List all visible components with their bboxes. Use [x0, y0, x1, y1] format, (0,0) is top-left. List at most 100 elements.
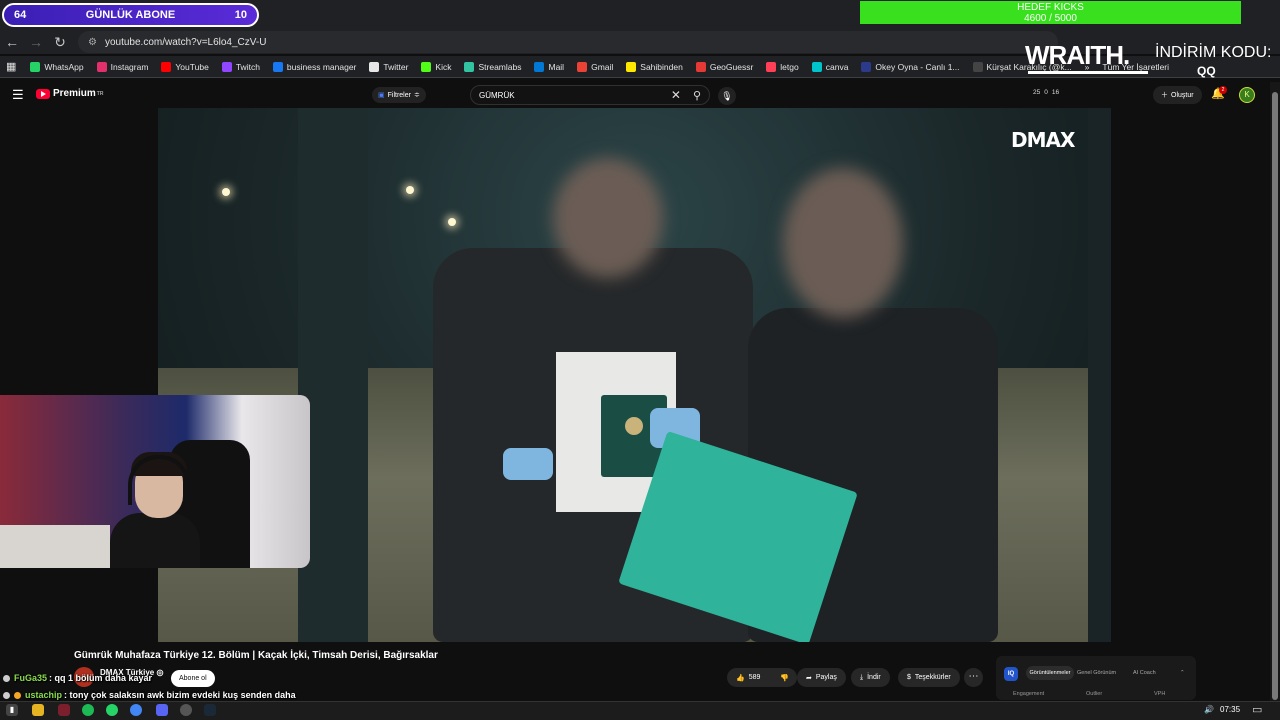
bookmark-item[interactable]: Instagram: [96, 61, 148, 72]
microphone-icon[interactable]: 🎙: [718, 87, 736, 105]
volume-icon[interactable]: 🔊: [1203, 704, 1215, 716]
search-input[interactable]: GÜMRÜK ✕ ⚲: [470, 85, 710, 105]
forward-icon[interactable]: →: [24, 30, 48, 54]
url-text: youtube.com/watch?v=L6lo4_CzV-U: [104, 36, 267, 48]
bookmark-item[interactable]: YouTube: [161, 61, 209, 72]
promo-label: İNDİRİM KODU:: [1155, 44, 1272, 61]
bookmark-item[interactable]: Mail: [534, 61, 565, 72]
bookmark-item[interactable]: business manager: [272, 61, 357, 72]
bookmark-favicon-icon: [30, 61, 41, 72]
create-label: Oluştur: [1171, 91, 1194, 99]
bookmark-item[interactable]: canva: [811, 61, 848, 72]
url-field[interactable]: ⚙ youtube.com/watch?v=L6lo4_CzV-U: [78, 31, 1058, 53]
spotify-icon[interactable]: [82, 704, 94, 716]
bookmark-favicon-icon: [161, 61, 172, 72]
reload-icon[interactable]: ↻: [48, 30, 72, 54]
chat-text: : tony çok salaksın awk bizim evdeki kuş…: [64, 690, 296, 700]
chat-message: ustachip : tony çok salaksın awk bizim e…: [3, 690, 296, 700]
bookmark-label: Sahibinden: [640, 61, 683, 72]
stat-value: 25: [1033, 89, 1041, 96]
bookmark-item[interactable]: Twitch: [221, 61, 260, 72]
file-explorer-icon[interactable]: [32, 704, 44, 716]
search-icon[interactable]: ⚲: [693, 89, 701, 102]
subscribe-button[interactable]: Abone ol: [171, 670, 215, 687]
bookmark-item[interactable]: letgo: [766, 61, 799, 72]
bookmark-favicon-icon: [811, 61, 822, 72]
widgets-icon[interactable]: ▮: [6, 704, 18, 716]
youtube-logo-text: Premium: [53, 88, 96, 99]
bookmark-favicon-icon: [369, 61, 380, 72]
bookmark-item[interactable]: Streamlabs: [464, 61, 521, 72]
blurred-face: [783, 168, 903, 318]
create-button[interactable]: ＋ Oluştur: [1153, 86, 1202, 104]
widget-label-vph: VPH: [1154, 691, 1166, 697]
share-label: Paylaş: [815, 674, 837, 681]
bookmark-item[interactable]: WhatsApp: [30, 61, 84, 72]
bookmark-item[interactable]: Twitter: [369, 61, 408, 72]
analytics-logo: IQ: [1004, 667, 1018, 681]
blurred-face: [553, 158, 663, 278]
thanks-button[interactable]: $ Teşekkürler: [898, 668, 960, 687]
like-count[interactable]: 589: [749, 674, 761, 681]
hamburger-menu-icon[interactable]: ☰: [12, 87, 24, 103]
whatsapp-icon[interactable]: [106, 704, 118, 716]
apps-icon[interactable]: ▦: [6, 60, 16, 73]
back-icon[interactable]: ←: [0, 30, 24, 54]
bookmark-favicon-icon: [766, 61, 777, 72]
blue-glove: [503, 448, 553, 480]
share-button[interactable]: ➦ Paylaş: [797, 668, 846, 687]
filter-icon: ▣: [378, 92, 385, 99]
system-clock: 07:35: [1220, 705, 1241, 714]
bookmark-label: letgo: [780, 61, 799, 72]
notification-center-icon[interactable]: ▭: [1252, 703, 1262, 716]
dislike-icon[interactable]: 👎: [780, 674, 789, 682]
daily-subscriber-goal-bar: 64 GÜNLÜK ABONE 10: [2, 3, 259, 27]
street-light: [448, 218, 456, 226]
widget-tab-ai-coach[interactable]: AI Coach: [1133, 670, 1156, 676]
scrollbar-thumb[interactable]: [1272, 92, 1278, 700]
stat-value: 16: [1051, 89, 1060, 96]
bookmark-favicon-icon: [695, 61, 706, 72]
webcam-desk: [0, 525, 110, 568]
bookmark-item[interactable]: Sahibinden: [626, 61, 683, 72]
obs-icon[interactable]: [180, 704, 192, 716]
plus-icon: ＋: [1161, 92, 1168, 99]
bookmark-label: business manager: [286, 61, 357, 72]
bookmark-favicon-icon: [577, 61, 588, 72]
bookmark-favicon-icon: [96, 61, 107, 72]
bookmark-item[interactable]: Okey Oyna - Canlı 1...: [861, 61, 960, 72]
notification-count-badge: 2: [1219, 86, 1227, 94]
sponsor-logo: WRAITH.: [1025, 40, 1130, 70]
bookmark-favicon-icon: [221, 61, 232, 72]
youtube-play-icon: [36, 88, 50, 99]
bookmark-label: Mail: [548, 61, 565, 72]
channel-watermark: DMAX: [1011, 128, 1075, 152]
app-icon[interactable]: [58, 704, 70, 716]
collapse-icon[interactable]: ⌃: [1180, 670, 1185, 676]
clear-search-icon[interactable]: ✕: [671, 88, 681, 102]
thanks-icon: $: [907, 674, 911, 681]
like-icon[interactable]: 👍: [736, 674, 745, 682]
site-info-icon[interactable]: ⚙: [88, 37, 97, 48]
account-avatar[interactable]: K: [1239, 87, 1255, 103]
widget-tab-views[interactable]: Görüntülenmeler: [1026, 666, 1074, 680]
kicks-goal-title: HEDEF KICKS: [1017, 2, 1084, 13]
download-button[interactable]: ⤓ İndir: [851, 668, 890, 687]
discord-icon[interactable]: [156, 704, 168, 716]
bookmark-item[interactable]: Kick: [421, 61, 451, 72]
widget-tab-overview[interactable]: Genel Görünüm: [1077, 670, 1116, 676]
filters-button[interactable]: ▣ Filtreler ≑: [372, 87, 426, 103]
chrome-icon[interactable]: [130, 704, 142, 716]
bookmark-item[interactable]: Gmail: [577, 61, 613, 72]
more-actions-icon[interactable]: ⋯: [964, 668, 983, 687]
chat-badge-icon: [14, 691, 21, 699]
streamer-webcam: [0, 395, 310, 568]
video-title: Gümrük Muhafaza Türkiye 12. Bölüm | Kaça…: [74, 650, 438, 661]
bookmark-item[interactable]: GeoGuessr: [695, 61, 753, 72]
download-label: İndir: [867, 674, 881, 681]
youtube-logo[interactable]: Premium TR: [36, 88, 103, 99]
widget-label-engagement: Engagement: [1013, 691, 1045, 697]
bookmark-favicon-icon: [861, 61, 872, 72]
steam-icon[interactable]: [204, 704, 216, 716]
thanks-label: Teşekkürler: [914, 674, 951, 681]
